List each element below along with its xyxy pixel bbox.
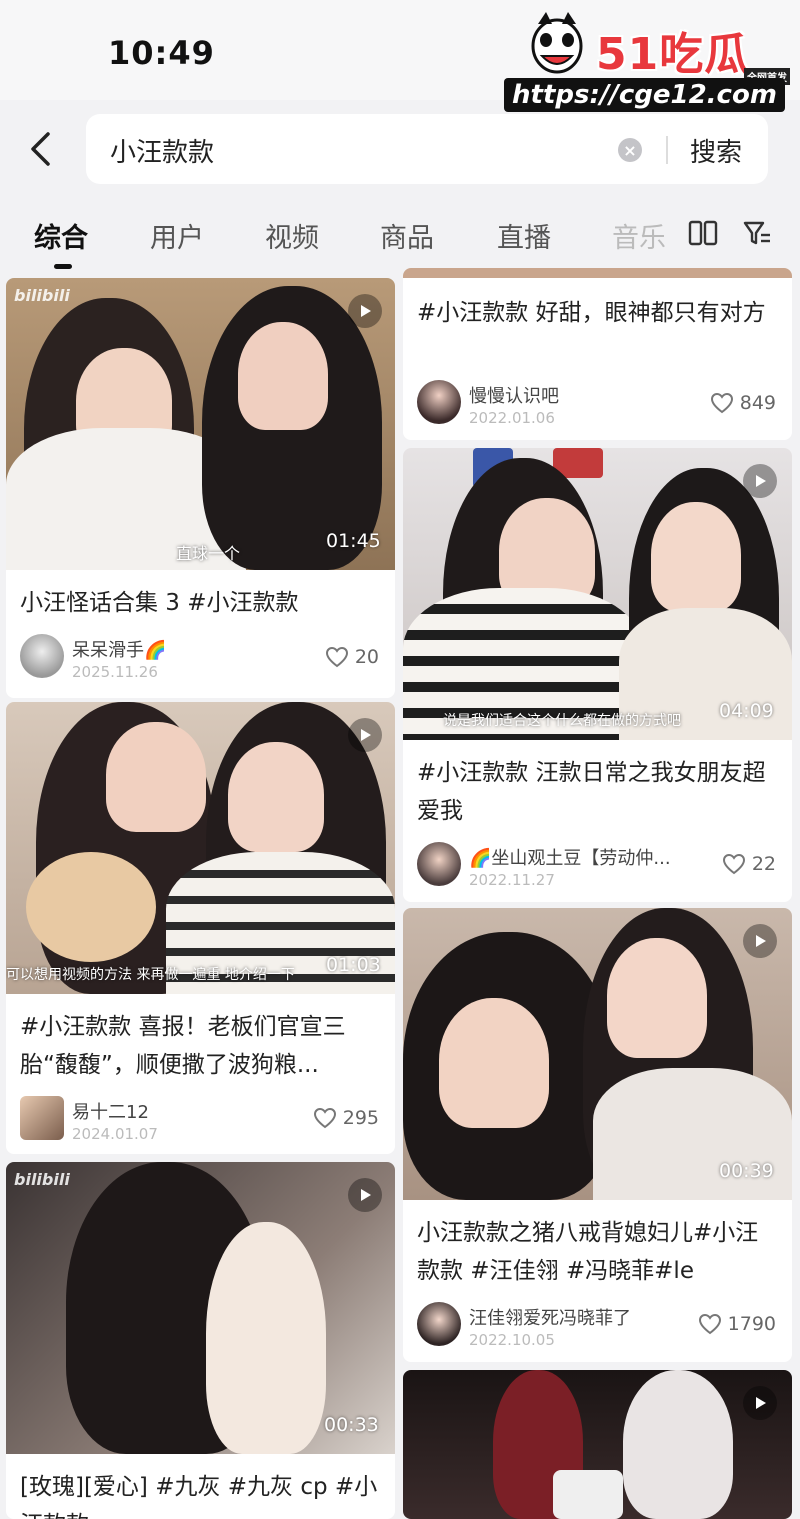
status-time: 10:49 [108, 34, 215, 72]
video-card[interactable]: #小汪款款 好甜，眼神都只有对方 慢慢认识吧 2022.01.06 849 [403, 268, 792, 440]
avatar[interactable] [20, 634, 64, 678]
like-count-value: 20 [354, 646, 379, 668]
tab-products[interactable]: 商品 [380, 216, 434, 255]
search-divider [666, 136, 668, 164]
heart-icon [325, 646, 348, 668]
active-tab-indicator [54, 264, 72, 269]
video-duration: 01:45 [326, 530, 381, 552]
chevron-left-icon [31, 132, 50, 166]
mascot-icon [531, 12, 583, 74]
search-button[interactable]: 搜索 [690, 132, 742, 169]
tab-music[interactable]: 音乐 [612, 216, 666, 255]
search-bar: 小汪款款 × 搜索 [0, 112, 800, 188]
back-button[interactable] [20, 124, 60, 174]
clear-icon[interactable]: × [618, 138, 642, 162]
like-count-value: 22 [751, 853, 776, 875]
play-icon [743, 464, 777, 498]
search-input[interactable]: 小汪款款 × 搜索 [86, 114, 768, 184]
video-thumbnail[interactable]: bilibili 00:33 [6, 1162, 395, 1454]
video-duration: 00:39 [719, 1160, 774, 1182]
video-title: 小汪怪话合集 3 #小汪款款 [20, 590, 299, 616]
play-icon [348, 1178, 382, 1212]
avatar[interactable] [417, 1302, 461, 1346]
video-thumbnail[interactable]: bilibili 直球一个 01:45 [6, 278, 395, 570]
brand-watermark: bilibili [14, 286, 70, 305]
video-duration: 04:09 [719, 700, 774, 722]
video-thumbnail[interactable] [403, 1370, 792, 1519]
watermark-url: https://cge12.com [504, 78, 785, 112]
video-duration: 00:33 [324, 1414, 379, 1436]
video-duration: 01:03 [326, 954, 381, 976]
tab-live[interactable]: 直播 [497, 216, 551, 255]
video-thumbnail[interactable] [403, 268, 792, 278]
tab-all[interactable]: 综合 [34, 216, 88, 255]
video-thumbnail[interactable]: 说是我们适合这个什么都在做的方式吧 04:09 [403, 448, 792, 740]
like-count-value: 295 [342, 1107, 379, 1129]
play-icon [348, 718, 382, 752]
tab-users[interactable]: 用户 [150, 216, 204, 255]
like-count[interactable]: 1790 [698, 1313, 776, 1335]
video-card[interactable]: 说是我们适合这个什么都在做的方式吧 04:09 #小汪款款 汪款日常之我女朋友超… [403, 448, 792, 902]
video-caption: 直球一个 [176, 544, 241, 563]
author-name[interactable]: 🌈坐山观土豆【劳动仲... [469, 844, 709, 870]
video-card[interactable] [403, 1370, 792, 1519]
like-count[interactable]: 295 [313, 1107, 379, 1129]
search-query: 小汪款款 [110, 138, 215, 168]
like-count[interactable]: 849 [710, 392, 776, 414]
author-name[interactable]: 汪佳翎爱死冯晓菲了 [469, 1304, 631, 1330]
avatar[interactable] [20, 1096, 64, 1140]
video-caption: 可以想用视频的方法 来再做一遍重 地介绍一下 [6, 967, 295, 983]
watermark-logo-text: 51吃瓜 [596, 29, 750, 80]
author-name[interactable]: 呆呆滑手🌈 [72, 636, 166, 662]
play-icon [743, 924, 777, 958]
author-name[interactable]: 易十二12 [72, 1098, 149, 1124]
post-date: 2022.01.06 [469, 409, 555, 427]
video-card[interactable]: 00:39 小汪款款之猪八戒背媳妇儿#小汪款款 #汪佳翎 #冯晓菲#le 汪佳翎… [403, 908, 792, 1362]
video-card[interactable]: bilibili 00:33 [玫瑰][爱心] #九灰 #九灰 cp #小汪款款 [6, 1162, 395, 1519]
avatar[interactable] [417, 380, 461, 424]
video-card[interactable]: bilibili 直球一个 01:45 小汪怪话合集 3 #小汪款款 呆呆滑手🌈… [6, 278, 395, 698]
like-count[interactable]: 20 [325, 646, 379, 668]
video-thumbnail[interactable]: 00:39 [403, 908, 792, 1200]
author-name[interactable]: 慢慢认识吧 [469, 382, 559, 408]
heart-icon [698, 1313, 721, 1335]
heart-icon [710, 392, 733, 414]
video-title: #小汪款款 汪款日常之我女朋友超爱我 [417, 760, 766, 824]
video-title: 小汪款款之猪八戒背媳妇儿#小汪款款 #汪佳翎 #冯晓菲#le [417, 1220, 759, 1284]
video-card[interactable]: 可以想用视频的方法 来再做一遍重 地介绍一下 01:03 #小汪款款 喜报！老板… [6, 702, 395, 1154]
tab-videos[interactable]: 视频 [265, 216, 319, 255]
heart-icon [722, 853, 745, 875]
like-count-value: 1790 [727, 1313, 776, 1335]
play-icon [348, 294, 382, 328]
play-icon [743, 1386, 777, 1420]
video-caption: 说是我们适合这个什么都在做的方式吧 [443, 713, 681, 729]
post-date: 2022.10.05 [469, 1331, 555, 1349]
category-tabs: 综合 用户 视频 商品 直播 音乐 [0, 210, 800, 270]
post-date: 2024.01.07 [72, 1125, 158, 1143]
watermark-logo: 51吃瓜 全网首发 https://cge12.com [504, 6, 794, 114]
like-count[interactable]: 22 [722, 853, 776, 875]
grid-view-icon[interactable] [688, 218, 718, 248]
video-title: #小汪款款 好甜，眼神都只有对方 [417, 300, 766, 326]
like-count-value: 849 [739, 392, 776, 414]
video-title: #小汪款款 喜报！老板们官宣三胎“馥馥”，顺便撒了波狗粮... [20, 1014, 346, 1078]
post-date: 2025.11.26 [72, 663, 158, 681]
filter-icon[interactable] [742, 218, 772, 248]
brand-watermark: bilibili [14, 1170, 70, 1189]
video-thumbnail[interactable]: 可以想用视频的方法 来再做一遍重 地介绍一下 01:03 [6, 702, 395, 994]
avatar[interactable] [417, 842, 461, 886]
heart-icon [313, 1107, 336, 1129]
video-title: [玫瑰][爱心] #九灰 #九灰 cp #小汪款款 [20, 1474, 378, 1519]
post-date: 2022.11.27 [469, 871, 555, 889]
